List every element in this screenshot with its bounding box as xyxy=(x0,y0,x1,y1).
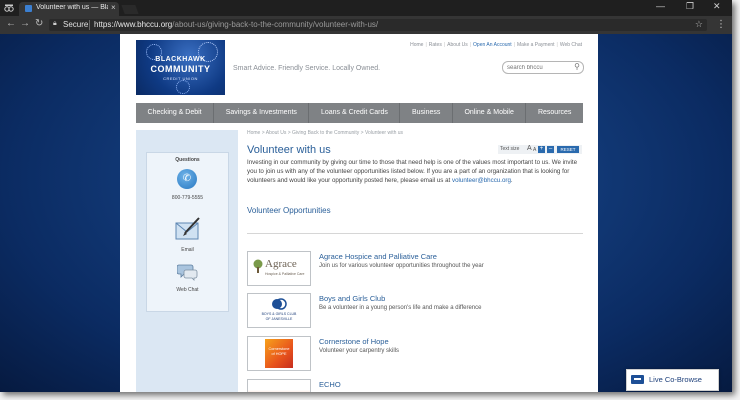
text-size-small-a: A xyxy=(533,147,537,153)
org-name-boys-girls-club[interactable]: Boys and Girls Club xyxy=(319,294,385,303)
address-separator xyxy=(89,20,90,30)
club-emblem-icon xyxy=(272,298,287,310)
search-icon[interactable]: ⚲ xyxy=(574,62,580,72)
email-label[interactable]: Email xyxy=(147,247,228,253)
back-icon[interactable]: ← xyxy=(6,19,16,29)
lock-icon: 🔒︎ xyxy=(53,20,57,27)
top-link-about[interactable]: About Us xyxy=(445,42,470,48)
text-size-large-a: A xyxy=(527,145,532,152)
agrace-logo-sub: Hospice & Palliative Care xyxy=(265,272,305,276)
tree-icon xyxy=(253,259,263,273)
org-desc-agrace: Join us for various volunteer opportunit… xyxy=(319,263,484,269)
org-name-cornerstone[interactable]: Cornerstone of Hope xyxy=(319,337,389,346)
page-title: Volunteer with us xyxy=(247,144,331,156)
text-size-minus-button[interactable]: – xyxy=(547,146,554,153)
logo-line-2: COMMUNITY xyxy=(150,64,211,74)
email-icon[interactable] xyxy=(174,215,202,241)
tab-bar: Volunteer with us — Bla × — ❐ ✕ xyxy=(0,0,732,16)
url-host: https://www.bhccu.org xyxy=(94,20,173,29)
chat-bubble-icon[interactable] xyxy=(177,263,199,281)
address-toolbar: ← → ↻ 🔒︎ Secure https://www.bhccu.org/ab… xyxy=(0,16,732,34)
url-path: /about-us/giving-back-to-the-community/v… xyxy=(172,20,379,29)
questions-heading: Questions xyxy=(175,157,200,163)
agrace-logo[interactable]: Agrace Hospice & Palliative Care xyxy=(247,251,311,286)
org-name-agrace[interactable]: Agrace Hospice and Palliative Care xyxy=(319,252,437,261)
app-menu-icon[interactable] xyxy=(4,3,14,13)
opportunities-heading: Volunteer Opportunities xyxy=(247,206,331,215)
cornerstone-logo-sub: of HOPE xyxy=(271,352,287,356)
list-item: Agrace Hospice & Palliative Care Agrace … xyxy=(247,251,583,287)
page-viewport: BLACKHAWK COMMUNITY CREDIT UNION Smart A… xyxy=(0,34,732,392)
phone-number[interactable]: 800-779-5555 xyxy=(147,195,228,201)
cornerstone-logo[interactable]: Cornerstone of HOPE xyxy=(247,336,311,371)
sidebar: Questions ✆ 800-779-5555 Email Web Chat xyxy=(136,130,238,392)
maximize-icon[interactable]: ❐ xyxy=(686,1,694,12)
text-size-plus-button[interactable]: + xyxy=(538,146,545,153)
nav-checking-debit[interactable]: Checking & Debit xyxy=(136,103,215,123)
nav-online-mobile[interactable]: Online & Mobile xyxy=(453,103,527,123)
list-item: ECHO xyxy=(247,379,583,392)
browser-menu-icon[interactable]: ⋮ xyxy=(716,19,726,30)
text-size-reset-button[interactable]: RESET xyxy=(557,146,579,153)
cobrowse-label: Live Co-Browse xyxy=(649,375,702,384)
logo-line-3: CREDIT UNION xyxy=(163,76,198,81)
search-input[interactable] xyxy=(507,63,569,72)
bhccu-logo[interactable]: BLACKHAWK COMMUNITY CREDIT UNION xyxy=(136,40,225,95)
tab-close-icon[interactable]: × xyxy=(111,3,116,12)
nav-business[interactable]: Business xyxy=(400,103,453,123)
boys-girls-club-logo[interactable]: BOYS & GIRLS CLUB OF JANESVILLE xyxy=(247,293,311,328)
agrace-logo-text: Agrace xyxy=(265,258,297,270)
browser-tab[interactable]: Volunteer with us — Bla × xyxy=(19,2,119,16)
top-link-home[interactable]: Home xyxy=(408,42,425,48)
volunteer-email-link[interactable]: volunteer@bhccu.org xyxy=(452,177,511,184)
echo-logo[interactable] xyxy=(247,379,311,392)
nav-savings-investments[interactable]: Savings & Investments xyxy=(214,103,310,123)
nav-loans-credit-cards[interactable]: Loans & Credit Cards xyxy=(309,103,401,123)
tab-title: Volunteer with us — Bla xyxy=(36,4,108,11)
logo-line-1: BLACKHAWK xyxy=(155,56,206,63)
top-link-web-chat[interactable]: Web Chat xyxy=(558,42,584,48)
cobrowse-icon xyxy=(631,375,644,384)
top-link-open-account[interactable]: Open An Account xyxy=(471,42,514,48)
secure-label: Secure xyxy=(63,20,89,29)
list-item: BOYS & GIRLS CLUB OF JANESVILLE Boys and… xyxy=(247,293,583,329)
breadcrumb[interactable]: Home > About Us > Giving Back to the Com… xyxy=(247,130,403,136)
intro-text: Investing in our community by giving our… xyxy=(247,159,578,184)
bookmark-star-icon[interactable]: ☆ xyxy=(695,19,703,30)
tagline: Smart Advice. Friendly Service. Locally … xyxy=(233,65,381,72)
close-window-icon[interactable]: ✕ xyxy=(713,1,721,12)
intro-text-end: . xyxy=(510,177,513,184)
top-links: Home | Rates | About Us | Open An Account | Make… xyxy=(408,42,584,48)
favicon-icon xyxy=(25,5,32,12)
live-cobrowse-button[interactable]: Live Co-Browse xyxy=(626,369,719,391)
club-logo-sub: OF JANESVILLE xyxy=(265,317,293,321)
minimize-icon[interactable]: — xyxy=(656,1,665,11)
org-desc-cornerstone: Volunteer your carpentry skills xyxy=(319,348,400,354)
org-desc-boys-girls-club: Be a volunteer in a young person's life … xyxy=(319,305,482,311)
new-tab-button[interactable] xyxy=(121,5,139,14)
intro-paragraph: Investing in our community by giving our… xyxy=(247,158,583,185)
reload-icon[interactable]: ↻ xyxy=(35,19,43,29)
text-size-control: Text size A A + – RESET xyxy=(498,145,582,154)
cornerstone-logo-text: Cornerstone xyxy=(268,347,290,351)
text-size-label: Text size xyxy=(500,146,520,152)
url-text[interactable]: https://www.bhccu.org/about-us/giving-ba… xyxy=(94,20,378,29)
page-body: BLACKHAWK COMMUNITY CREDIT UNION Smart A… xyxy=(120,34,598,392)
org-name-echo[interactable]: ECHO xyxy=(319,380,341,389)
contact-box: Questions ✆ 800-779-5555 Email Web Chat xyxy=(146,152,229,312)
club-logo-text: BOYS & GIRLS CLUB xyxy=(261,312,297,316)
divider xyxy=(247,233,583,234)
top-link-make-payment[interactable]: Make a Payment xyxy=(515,42,557,48)
main-nav: Checking & Debit Savings & Investments L… xyxy=(136,103,583,123)
address-bar[interactable]: 🔒︎ Secure https://www.bhccu.org/about-us… xyxy=(49,19,707,31)
top-link-rates[interactable]: Rates xyxy=(427,42,444,48)
list-item: Cornerstone of HOPE Cornerstone of Hope … xyxy=(247,336,583,372)
nav-resources[interactable]: Resources xyxy=(526,103,583,123)
site-search: ⚲ xyxy=(502,61,584,74)
forward-icon[interactable]: → xyxy=(20,19,30,29)
phone-icon[interactable]: ✆ xyxy=(177,169,197,189)
browser-window: Volunteer with us — Bla × — ❐ ✕ ← → ↻ 🔒︎… xyxy=(0,0,732,392)
web-chat-label[interactable]: Web Chat xyxy=(147,287,228,293)
